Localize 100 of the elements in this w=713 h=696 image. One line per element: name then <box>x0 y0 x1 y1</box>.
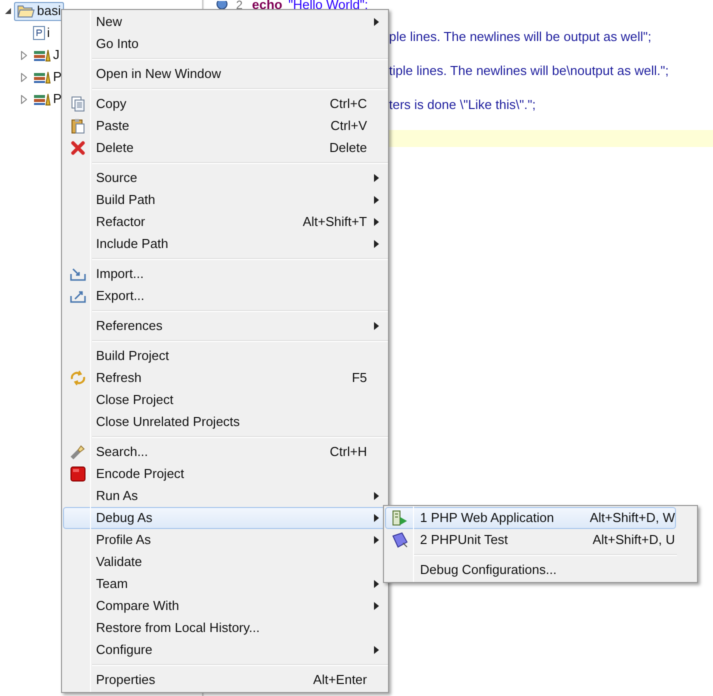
menu-item[interactable]: Source <box>63 167 387 189</box>
menu-item-label: New <box>96 13 124 32</box>
menu-item-label: Open in New Window <box>96 65 222 84</box>
tree-item-label: P <box>53 90 62 108</box>
tree-item[interactable]: P <box>30 90 65 108</box>
menu-item-label: 1 PHP Web Application <box>420 509 555 528</box>
shortcut-label: Alt+Shift+T <box>302 213 367 232</box>
menu-item-label: Debug Configurations... <box>420 561 558 580</box>
tree-item[interactable]: J <box>30 46 62 64</box>
books-icon <box>33 70 51 84</box>
menu-item[interactable]: Import... <box>63 263 387 285</box>
menu-item[interactable]: Open in New Window <box>63 63 387 85</box>
tree-item[interactable]: P <box>30 68 65 86</box>
menu-item[interactable]: 2 PHPUnit Test Alt+Shift+D, U <box>385 529 676 551</box>
menu-item[interactable]: Copy Ctrl+C <box>63 93 387 115</box>
flashlight-icon <box>70 444 86 460</box>
shortcut-label: Ctrl+C <box>330 95 367 114</box>
books-icon <box>33 48 51 62</box>
books-icon <box>33 92 51 106</box>
menu-item[interactable]: Refactor Alt+Shift+T <box>63 211 387 233</box>
menu-item-label: Include Path <box>96 235 170 254</box>
clipboard-icon <box>70 118 84 134</box>
expanded-arrow-icon[interactable] <box>5 8 11 14</box>
menu-item[interactable]: Paste Ctrl+V <box>63 115 387 137</box>
menu-item[interactable]: Include Path <box>63 233 387 255</box>
menu-item[interactable]: References <box>63 315 387 337</box>
menu-item[interactable]: Restore from Local History... <box>63 617 387 639</box>
block-icon <box>70 466 86 482</box>
menu-item[interactable]: Export... <box>63 285 387 307</box>
menu-item-label: Paste <box>96 117 130 136</box>
menu-item-label: Compare With <box>96 597 180 616</box>
menu-item-label: Configure <box>96 641 154 660</box>
menu-item[interactable]: Refresh F5 <box>63 367 387 389</box>
menu-item[interactable]: Close Project <box>63 389 387 411</box>
menu-item-label: Search... <box>96 443 150 462</box>
menu-item-label: Close Project <box>96 391 174 410</box>
php-file-icon <box>33 26 45 40</box>
menu-item-label: Properties <box>96 671 156 690</box>
menu-item[interactable]: New <box>63 11 387 33</box>
menu-item-label: Export... <box>96 287 146 306</box>
code-string: ple lines. The newlines will be output as well"; <box>389 28 652 46</box>
import-icon <box>70 267 86 281</box>
menu-item-label: Validate <box>96 553 144 572</box>
code-string: tiple lines. The newlines will be\noutput as well."; <box>389 62 669 80</box>
menu-item[interactable]: Build Path <box>63 189 387 211</box>
menu-item[interactable]: Profile As <box>63 529 387 551</box>
collapsed-arrow-icon[interactable] <box>21 72 27 82</box>
shortcut-label: Delete <box>329 139 367 158</box>
shortcut-label: Alt+Enter <box>313 671 367 690</box>
menu-item-label: Run As <box>96 487 139 506</box>
menu-item-label: Team <box>96 575 129 594</box>
cube-icon <box>390 531 408 549</box>
tree-item-label: P <box>53 68 62 86</box>
collapsed-arrow-icon[interactable] <box>21 94 27 104</box>
menu-item[interactable]: Go Into <box>63 33 387 55</box>
menu-item[interactable]: 1 PHP Web Application Alt+Shift+D, W <box>385 507 676 529</box>
shortcut-label: Ctrl+H <box>330 443 367 462</box>
run-app-icon <box>392 510 408 526</box>
menu-item-label: Restore from Local History... <box>96 619 261 638</box>
tree-item-label: i <box>47 24 50 42</box>
menu-item-label: Profile As <box>96 531 152 550</box>
menu-item-label: Import... <box>96 265 145 284</box>
shortcut-label: Alt+Shift+D, U <box>592 531 675 550</box>
menu-item-label: Refactor <box>96 213 146 232</box>
menu-item[interactable]: Team <box>63 573 387 595</box>
menu-item[interactable]: Debug Configurations... <box>385 559 676 581</box>
menu-item[interactable]: Encode Project <box>63 463 387 485</box>
menu-item-label: Go Into <box>96 35 140 54</box>
tree-item[interactable]: i <box>30 24 53 42</box>
folder-icon <box>17 4 35 18</box>
collapsed-arrow-icon[interactable] <box>21 50 27 60</box>
menu-item-label: References <box>96 317 164 336</box>
breakpoint-icon <box>216 1 228 11</box>
menu-item[interactable]: Validate <box>63 551 387 573</box>
delete-icon <box>70 141 84 155</box>
menu-item-label: Close Unrelated Projects <box>96 413 241 432</box>
menu-item[interactable]: Build Project <box>63 345 387 367</box>
menu-item-label: Build Path <box>96 191 156 210</box>
menu-item-label: Encode Project <box>96 465 186 484</box>
menu-item-label: Refresh <box>96 369 143 388</box>
menu-item[interactable]: Search... Ctrl+H <box>63 441 387 463</box>
menu-item[interactable]: Close Unrelated Projects <box>63 411 387 433</box>
shortcut-label: F5 <box>352 369 367 388</box>
menu-item[interactable]: Delete Delete <box>63 137 387 159</box>
menu-item-label: Copy <box>96 95 128 114</box>
menu-item[interactable]: Properties Alt+Enter <box>63 669 387 691</box>
menu-item[interactable]: Run As <box>63 485 387 507</box>
menu-item-label: Build Project <box>96 347 170 366</box>
copy-icon <box>70 96 84 112</box>
shortcut-label: Ctrl+V <box>330 117 367 136</box>
refresh-icon <box>70 370 86 386</box>
shortcut-label: Alt+Shift+D, W <box>590 509 675 528</box>
line-number: 2 <box>236 0 243 11</box>
menu-item[interactable]: Configure <box>63 639 387 661</box>
menu-item[interactable]: Compare With <box>63 595 387 617</box>
menu-item-label: Debug As <box>96 509 154 528</box>
menu-item-label: 2 PHPUnit Test <box>420 531 509 550</box>
tree-item[interactable]: basi <box>14 2 64 20</box>
menu-item-label: Delete <box>96 139 135 158</box>
export-icon <box>70 289 86 303</box>
